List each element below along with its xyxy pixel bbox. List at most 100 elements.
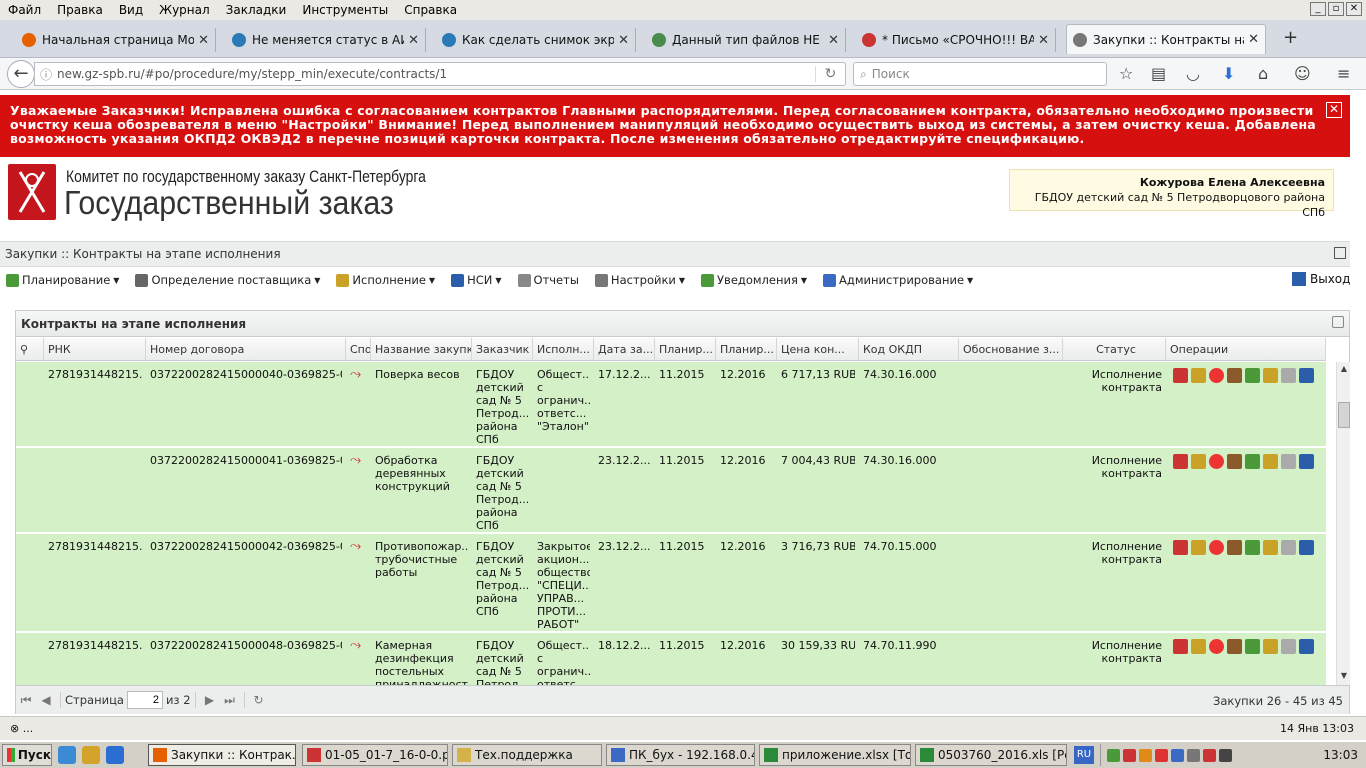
prev-page-icon[interactable]: ◀ xyxy=(36,693,56,707)
chat-icon[interactable]: ☺ xyxy=(1294,64,1311,83)
menu-item[interactable]: Справка xyxy=(396,3,465,17)
operation-icon[interactable] xyxy=(1299,540,1314,555)
browser-tab[interactable]: Начальная страница Mozilla ...✕ xyxy=(16,28,216,52)
operation-icon[interactable] xyxy=(1263,540,1278,555)
operation-icon[interactable] xyxy=(1191,540,1206,555)
operation-icon[interactable] xyxy=(1245,639,1260,654)
tray-misc-icon[interactable] xyxy=(1219,748,1232,762)
taskbar-task[interactable]: 01-05_01-7_16-0-0.pd... xyxy=(302,744,448,766)
menu-item[interactable]: Инструменты xyxy=(294,3,396,17)
operation-icon[interactable] xyxy=(1191,639,1206,654)
tray-antivirus-icon[interactable] xyxy=(1123,748,1136,762)
new-tab-button[interactable]: + xyxy=(1283,27,1298,48)
tray-sound-icon[interactable] xyxy=(1187,748,1200,762)
operation-icon[interactable] xyxy=(1191,368,1206,383)
restore-icon[interactable]: ▫ xyxy=(1328,2,1344,16)
site-info-icon[interactable]: ⓘ xyxy=(35,66,57,83)
operation-icon[interactable] xyxy=(1281,540,1296,555)
column-header[interactable]: РНК xyxy=(44,338,146,361)
tray-update-icon[interactable] xyxy=(1203,748,1216,762)
home-icon[interactable]: ⌂ xyxy=(1258,64,1268,83)
column-header[interactable]: Номер договора xyxy=(146,338,346,361)
scroll-thumb[interactable] xyxy=(1338,402,1350,428)
column-header[interactable]: Цена кон... xyxy=(777,338,859,361)
scroll-up-icon[interactable]: ▲ xyxy=(1338,364,1350,376)
browser-tab[interactable]: Закупки :: Контракты на эт... ✕ xyxy=(1066,24,1266,54)
bookmark-star-icon[interactable]: ☆ xyxy=(1119,64,1133,83)
operation-icon[interactable] xyxy=(1209,454,1224,469)
operation-icon[interactable] xyxy=(1209,540,1224,555)
table-row[interactable]: 2781931448215... 0372200282415000042-0369… xyxy=(16,534,1326,633)
table-row[interactable]: 2781931448215... 0372200282415000040-0369… xyxy=(16,362,1326,448)
url-text[interactable]: new.gz-spb.ru/#po/procedure/my/stepp_min… xyxy=(57,67,815,81)
operation-icon[interactable] xyxy=(1173,454,1188,469)
operation-icon[interactable] xyxy=(1245,368,1260,383)
operation-icon[interactable] xyxy=(1209,368,1224,383)
browser-tab[interactable]: Данный тип файлов НЕ под... ✕ xyxy=(646,28,846,52)
column-header[interactable]: Название закупки xyxy=(371,338,472,361)
operation-icon[interactable] xyxy=(1281,454,1296,469)
browser-tab[interactable]: Как сделать снимок экрана ...✕ xyxy=(436,28,636,52)
operation-icon[interactable] xyxy=(1173,639,1188,654)
toolbar-0[interactable]: Планирование ▼ xyxy=(0,273,119,287)
reading-list-icon[interactable]: ▤ xyxy=(1151,64,1166,83)
procurement-method-icon[interactable]: ⤳ xyxy=(350,639,361,652)
taskbar-task[interactable]: Закупки :: Контрак... xyxy=(148,744,296,766)
operation-icon[interactable] xyxy=(1191,454,1206,469)
operation-icon[interactable] xyxy=(1227,368,1242,383)
tab-close-icon[interactable]: ✕ xyxy=(1248,32,1259,47)
taskbar-task[interactable]: ПК_бух - 192.168.0.4... xyxy=(606,744,755,766)
operation-icon[interactable] xyxy=(1281,368,1296,383)
toolbar-7[interactable]: Администрирование ▼ xyxy=(817,273,973,287)
reload-grid-icon[interactable]: ↻ xyxy=(249,693,269,707)
operation-icon[interactable] xyxy=(1245,540,1260,555)
operation-icon[interactable] xyxy=(1227,454,1242,469)
operation-icon[interactable] xyxy=(1281,639,1296,654)
column-header[interactable]: Планир... xyxy=(655,338,716,361)
filter-icon[interactable]: ⚲ xyxy=(16,338,44,361)
column-header[interactable]: Планир... xyxy=(716,338,777,361)
taskbar-task[interactable]: приложение.xlsx [То... xyxy=(759,744,911,766)
menu-item[interactable]: Файл xyxy=(0,3,49,17)
menu-item[interactable]: Журнал xyxy=(151,3,218,17)
url-bar[interactable]: ⓘ new.gz-spb.ru/#po/procedure/my/stepp_m… xyxy=(34,62,846,86)
scroll-down-icon[interactable]: ▼ xyxy=(1338,671,1350,683)
column-header[interactable]: Дата за... xyxy=(594,338,655,361)
tab-close-icon[interactable]: ✕ xyxy=(1038,33,1049,48)
toolbar-1[interactable]: Определение поставщика ▼ xyxy=(129,273,320,287)
menu-item[interactable]: Правка xyxy=(49,3,111,17)
toolbar-2[interactable]: Исполнение ▼ xyxy=(330,273,435,287)
procurement-method-icon[interactable]: ⤳ xyxy=(350,454,361,467)
operation-icon[interactable] xyxy=(1299,368,1314,383)
browser-tab[interactable]: Не меняется статус в АИСГ... ✕ xyxy=(226,28,426,52)
table-row[interactable]: 0372200282415000041-0369825-01 ⤳ Обработка… xyxy=(16,448,1326,534)
operation-icon[interactable] xyxy=(1263,368,1278,383)
operation-icon[interactable] xyxy=(1227,639,1242,654)
pocket-icon[interactable]: ◡ xyxy=(1186,64,1200,83)
downloads-icon[interactable]: ⬇ xyxy=(1222,64,1235,83)
tab-close-icon[interactable]: ✕ xyxy=(618,33,629,48)
procurement-method-icon[interactable]: ⤳ xyxy=(350,368,361,381)
quicklaunch-desktop-icon[interactable] xyxy=(58,746,76,764)
toolbar-5[interactable]: Настройки ▼ xyxy=(589,273,685,287)
panel-refresh-icon[interactable] xyxy=(1332,316,1344,328)
operation-icon[interactable] xyxy=(1299,454,1314,469)
quicklaunch-ie-icon[interactable] xyxy=(106,746,124,764)
vertical-scrollbar[interactable]: ▲ ▼ xyxy=(1336,362,1350,685)
tray-opera-icon[interactable] xyxy=(1155,748,1168,762)
column-header[interactable]: Спо xyxy=(346,338,371,361)
tab-close-icon[interactable]: ✕ xyxy=(828,33,839,48)
minimize-icon[interactable]: _ xyxy=(1310,2,1326,16)
last-page-icon[interactable]: ⏭ xyxy=(220,693,240,708)
operation-icon[interactable] xyxy=(1263,454,1278,469)
tab-close-icon[interactable]: ✕ xyxy=(198,33,209,48)
column-header[interactable]: Исполн... xyxy=(533,338,594,361)
taskbar-task[interactable]: 0503760_2016.xls [Ре... xyxy=(915,744,1067,766)
quicklaunch-media-icon[interactable] xyxy=(82,746,100,764)
exit-button[interactable]: Выход xyxy=(1292,272,1350,286)
next-page-icon[interactable]: ▶ xyxy=(200,693,220,707)
menu-item[interactable]: Закладки xyxy=(218,3,295,17)
tab-close-icon[interactable]: ✕ xyxy=(408,33,419,48)
column-header[interactable]: Заказчик xyxy=(472,338,533,361)
operation-icon[interactable] xyxy=(1227,540,1242,555)
